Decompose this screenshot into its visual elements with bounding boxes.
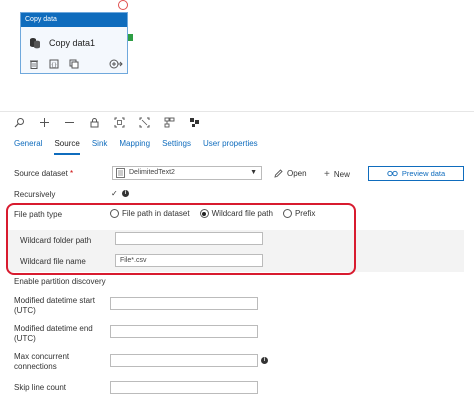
zoom-fit-icon[interactable] xyxy=(114,117,125,128)
source-dataset-label: Source dataset * xyxy=(14,169,73,178)
radio-label: Wildcard file path xyxy=(211,209,273,218)
open-button[interactable]: Open xyxy=(274,169,307,178)
wildcard-folder-input[interactable] xyxy=(115,232,263,245)
lock-icon[interactable] xyxy=(89,117,100,128)
tab-user-properties[interactable]: User properties xyxy=(203,137,258,155)
edit-icon xyxy=(274,169,283,178)
tab-source[interactable]: Source xyxy=(54,137,80,155)
search-icon[interactable] xyxy=(14,117,25,128)
layout-icon[interactable] xyxy=(189,117,200,128)
wildcard-folder-label: Wildcard folder path xyxy=(20,236,92,245)
recursively-label: Recursively xyxy=(14,190,56,199)
new-button-label: New xyxy=(333,170,350,179)
add-output-icon[interactable] xyxy=(109,59,123,69)
copy-data-activity[interactable]: Copy data Copy data1 {} xyxy=(20,12,128,74)
skip-line-count-input[interactable] xyxy=(110,381,258,394)
page: Copy data Copy data1 {} General Source S… xyxy=(0,0,474,400)
preview-data-button[interactable]: Preview data xyxy=(368,166,464,181)
modified-start-input[interactable] xyxy=(110,297,258,310)
new-button[interactable]: + New xyxy=(324,169,350,180)
radio-button xyxy=(110,209,119,218)
radio-label: File path in dataset xyxy=(122,209,190,218)
file-path-type-label: File path type xyxy=(14,210,63,219)
plus-icon: + xyxy=(324,169,330,180)
clone-icon[interactable] xyxy=(69,59,79,69)
file-path-type-radio-group: File path in dataset Wildcard file path … xyxy=(110,209,315,218)
max-connections-input[interactable] xyxy=(110,354,258,367)
code-icon[interactable]: {} xyxy=(49,59,59,69)
required-marker: * xyxy=(70,169,74,178)
radio-file-path-in-dataset[interactable]: File path in dataset xyxy=(110,209,190,218)
success-output-port[interactable] xyxy=(128,34,133,41)
radio-prefix[interactable]: Prefix xyxy=(282,209,316,218)
wildcard-file-input[interactable]: File*.csv xyxy=(115,254,263,267)
radio-label: Prefix xyxy=(294,209,316,218)
modified-end-input[interactable] xyxy=(110,325,258,338)
tab-mapping[interactable]: Mapping xyxy=(119,137,150,155)
properties-tabs: General Source Sink Mapping Settings Use… xyxy=(0,137,474,155)
svg-text:{}: {} xyxy=(51,62,57,68)
tab-sink[interactable]: Sink xyxy=(92,137,108,155)
plus-icon[interactable] xyxy=(39,117,50,128)
preview-data-label: Preview data xyxy=(401,169,446,178)
radio-wildcard-file-path[interactable]: Wildcard file path xyxy=(199,209,273,218)
info-icon[interactable]: i xyxy=(261,357,268,364)
radio-button-selected xyxy=(199,209,209,218)
tab-general[interactable]: General xyxy=(14,137,42,155)
database-icon xyxy=(30,38,40,49)
source-dataset-label-text: Source dataset xyxy=(14,169,68,178)
skip-line-count-label: Skip line count xyxy=(14,383,67,392)
source-dataset-value: DelimitedText2 xyxy=(129,169,175,176)
tab-settings[interactable]: Settings xyxy=(162,137,191,155)
activity-type-label: Copy data xyxy=(21,13,127,27)
select-icon[interactable] xyxy=(139,117,150,128)
chevron-down-icon: ▼ xyxy=(250,169,257,176)
minus-icon[interactable] xyxy=(64,117,75,128)
pipeline-canvas[interactable]: Copy data Copy data1 {} xyxy=(0,0,474,108)
canvas-toolbar xyxy=(0,111,474,133)
source-dataset-select[interactable]: DelimitedText2 ▼ xyxy=(112,166,262,180)
recursively-checkbox[interactable]: ✓ xyxy=(111,189,120,198)
activity-name: Copy data1 xyxy=(49,38,96,48)
dataset-icon xyxy=(116,168,125,178)
glasses-icon xyxy=(387,170,398,177)
modified-start-label: Modified datetime start (UTC) xyxy=(14,296,95,315)
info-icon[interactable]: i xyxy=(122,190,129,197)
partition-discovery-label: Enable partition discovery xyxy=(14,277,106,286)
open-button-label: Open xyxy=(287,169,307,178)
delete-icon[interactable] xyxy=(29,59,39,69)
modified-end-label: Modified datetime end (UTC) xyxy=(14,324,93,343)
max-connections-label: Max concurrent connections xyxy=(14,352,70,371)
connection-handle[interactable] xyxy=(118,0,128,10)
arrange-icon[interactable] xyxy=(164,117,175,128)
radio-button xyxy=(282,209,292,218)
wildcard-file-label: Wildcard file name xyxy=(20,257,86,266)
